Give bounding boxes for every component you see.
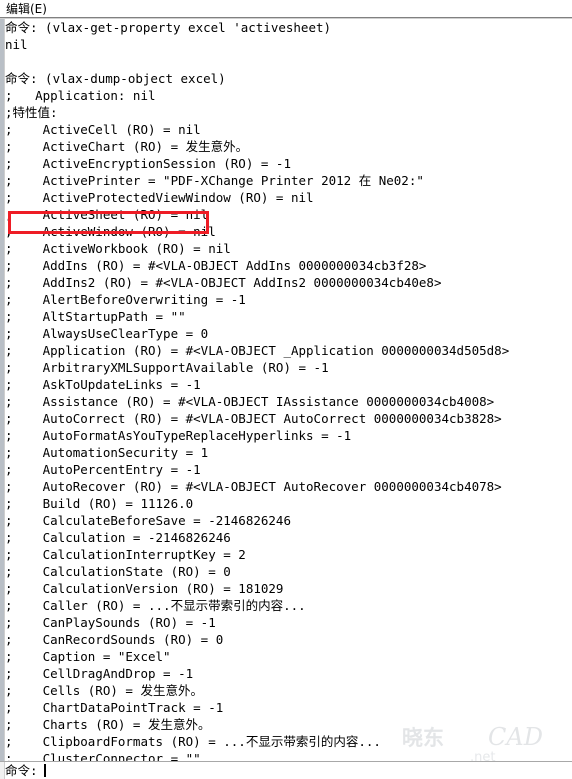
autocad-text-window: 编辑(E) 命令: (vlax-get-property excel 'acti… bbox=[0, 0, 572, 779]
console-line: ; CanPlaySounds (RO) = -1 bbox=[5, 615, 216, 630]
console-line: ; ClipboardFormats (RO) = ...不显示带索引的内容..… bbox=[5, 734, 381, 749]
command-prompt-bar[interactable]: 命令: bbox=[0, 761, 572, 779]
console-line: ; AlwaysUseClearType = 0 bbox=[5, 326, 209, 341]
console-line: ; Calculation = -2146826246 bbox=[5, 530, 231, 545]
console-line: ; ActivePrinter = "PDF-XChange Printer 2… bbox=[5, 173, 424, 188]
console-line: 命令: (vlax-get-property excel 'activeshee… bbox=[5, 20, 332, 35]
console-line: ; AddIns (RO) = #<VLA-OBJECT AddIns 0000… bbox=[5, 258, 427, 273]
console-line: ; ActiveProtectedViewWindow (RO) = nil bbox=[5, 190, 314, 205]
console-line: ; ActiveSheet (RO) = nil bbox=[5, 207, 209, 222]
console-line: ; CanRecordSounds (RO) = 0 bbox=[5, 632, 224, 647]
console-line: ; Caller (RO) = ...不显示带索引的内容... bbox=[5, 598, 306, 613]
console-line: ; ActiveChart (RO) = 发生意外。 bbox=[5, 139, 249, 154]
console-line: ; AutoPercentEntry = -1 bbox=[5, 462, 201, 477]
console-output-area[interactable]: 命令: (vlax-get-property excel 'activeshee… bbox=[0, 19, 572, 761]
console-line: ; CellDragAndDrop = -1 bbox=[5, 666, 194, 681]
console-line: ; AutoRecover (RO) = #<VLA-OBJECT AutoRe… bbox=[5, 479, 502, 494]
console-line: ; AutomationSecurity = 1 bbox=[5, 445, 209, 460]
console-line: ; ActiveWorkbook (RO) = nil bbox=[5, 241, 231, 256]
console-line: ; ActiveWindow (RO) = nil bbox=[5, 224, 216, 239]
console-line: ; Caption = "Excel" bbox=[5, 649, 171, 664]
console-line: ; Build (RO) = 11126.0 bbox=[5, 496, 194, 511]
console-line: ; Charts (RO) = 发生意外。 bbox=[5, 717, 211, 732]
console-line: ; ClusterConnector = "" bbox=[5, 751, 201, 761]
console-line: ; ActiveCell (RO) = nil bbox=[5, 122, 201, 137]
console-line-list: 命令: (vlax-get-property excel 'activeshee… bbox=[5, 19, 572, 761]
console-line: ; Assistance (RO) = #<VLA-OBJECT IAssist… bbox=[5, 394, 495, 409]
console-line: ; CalculationVersion (RO) = 181029 bbox=[5, 581, 284, 596]
console-line: ; AlertBeforeOverwriting = -1 bbox=[5, 292, 246, 307]
scrollbar-thumb[interactable] bbox=[0, 19, 4, 761]
console-line: ;特性值: bbox=[5, 105, 58, 120]
console-line: ; CalculationState (RO) = 0 bbox=[5, 564, 231, 579]
console-line: ; CalculationInterruptKey = 2 bbox=[5, 547, 246, 562]
menu-bar: 编辑(E) bbox=[0, 0, 572, 19]
menu-item-edit[interactable]: 编辑(E) bbox=[6, 1, 47, 17]
console-line: ; AltStartupPath = "" bbox=[5, 309, 186, 324]
console-line: ; AutoCorrect (RO) = #<VLA-OBJECT AutoCo… bbox=[5, 411, 502, 426]
console-line: ; Application (RO) = #<VLA-OBJECT _Appli… bbox=[5, 343, 510, 358]
console-line: ; AskToUpdateLinks = -1 bbox=[5, 377, 201, 392]
console-line: ; Application: nil bbox=[5, 88, 156, 103]
text-caret bbox=[44, 764, 46, 777]
console-line: ; CalculateBeforeSave = -2146826246 bbox=[5, 513, 291, 528]
console-line: ; ChartDataPointTrack = -1 bbox=[5, 700, 224, 715]
console-line: ; ActiveEncryptionSession (RO) = -1 bbox=[5, 156, 291, 171]
console-line: ; AutoFormatAsYouTypeReplaceHyperlinks =… bbox=[5, 428, 352, 443]
console-line: 命令: (vlax-dump-object excel) bbox=[5, 71, 226, 86]
console-line: ; ArbitraryXMLSupportAvailable (RO) = -1 bbox=[5, 360, 329, 375]
console-line: nil bbox=[5, 37, 28, 52]
console-line: ; Cells (RO) = 发生意外。 bbox=[5, 683, 203, 698]
console-line: ; AddIns2 (RO) = #<VLA-OBJECT AddIns2 00… bbox=[5, 275, 442, 290]
command-prompt-text: 命令: bbox=[5, 763, 46, 778]
